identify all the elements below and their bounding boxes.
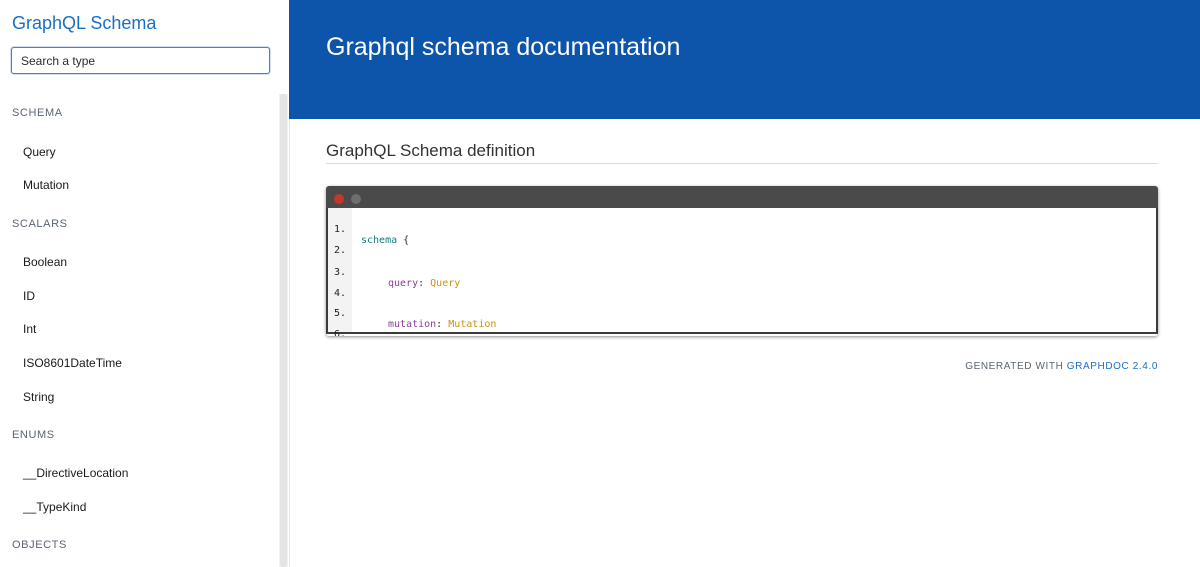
nav-item-query[interactable]: Query (23, 145, 56, 159)
code-type: Query (430, 278, 461, 289)
sidebar: GraphQL Schema SCHEMA Query Mutation SCA… (0, 0, 290, 567)
section-title-objects: OBJECTS (12, 539, 67, 551)
nav-item-boolean[interactable]: Boolean (23, 255, 67, 269)
code-punct: { (397, 235, 410, 246)
line-number: 6. (334, 329, 347, 336)
line-number: 2. (334, 245, 347, 256)
nav-item-iso8601datetime[interactable]: ISO8601DateTime (23, 356, 122, 370)
graphdoc-link[interactable]: GRAPHDOC 2.4.0 (1067, 361, 1158, 372)
generated-with-footer: GENERATED WITH GRAPHDOC 2.4.0 (965, 361, 1158, 372)
section-title-scalars: SCALARS (12, 218, 68, 230)
code-window-titlebar (326, 186, 1158, 208)
nav-item-id[interactable]: ID (23, 289, 35, 303)
code-block: 1. schema { 2. 3. query: Query 4. 5. mut… (326, 208, 1158, 336)
close-dot-icon (334, 194, 344, 204)
nav-item-typekind[interactable]: __TypeKind (23, 500, 86, 514)
page-title: Graphql schema documentation (326, 33, 681, 61)
code-type: Mutation (448, 319, 497, 330)
section-title-schema: SCHEMA (12, 107, 63, 119)
section-divider (326, 163, 1158, 164)
sidebar-scrollbar-thumb[interactable] (280, 94, 287, 567)
search-input[interactable] (11, 47, 270, 74)
code-punct: : (436, 319, 449, 330)
code-field: mutation (388, 319, 437, 330)
nav-item-mutation[interactable]: Mutation (23, 178, 69, 192)
generated-with-label: GENERATED WITH (965, 361, 1064, 372)
code-field: query (388, 278, 419, 289)
code-window: 1. schema { 2. 3. query: Query 4. 5. mut… (326, 186, 1158, 336)
code-punct: : (418, 278, 431, 289)
minimize-dot-icon (351, 194, 361, 204)
page-header: Graphql schema documentation (289, 0, 1200, 119)
code-line: 6. } (328, 318, 376, 336)
type-nav: SCHEMA Query Mutation SCALARS Boolean ID… (0, 94, 279, 567)
section-heading: GraphQL Schema definition (326, 141, 536, 160)
nav-item-directivelocation[interactable]: __DirectiveLocation (23, 466, 128, 480)
section-title-enums: ENUMS (12, 429, 55, 441)
nav-item-int[interactable]: Int (23, 322, 36, 336)
nav-item-string[interactable]: String (23, 390, 54, 404)
brand-title[interactable]: GraphQL Schema (12, 13, 156, 34)
app-window: GraphQL Schema SCHEMA Query Mutation SCA… (0, 0, 1200, 567)
